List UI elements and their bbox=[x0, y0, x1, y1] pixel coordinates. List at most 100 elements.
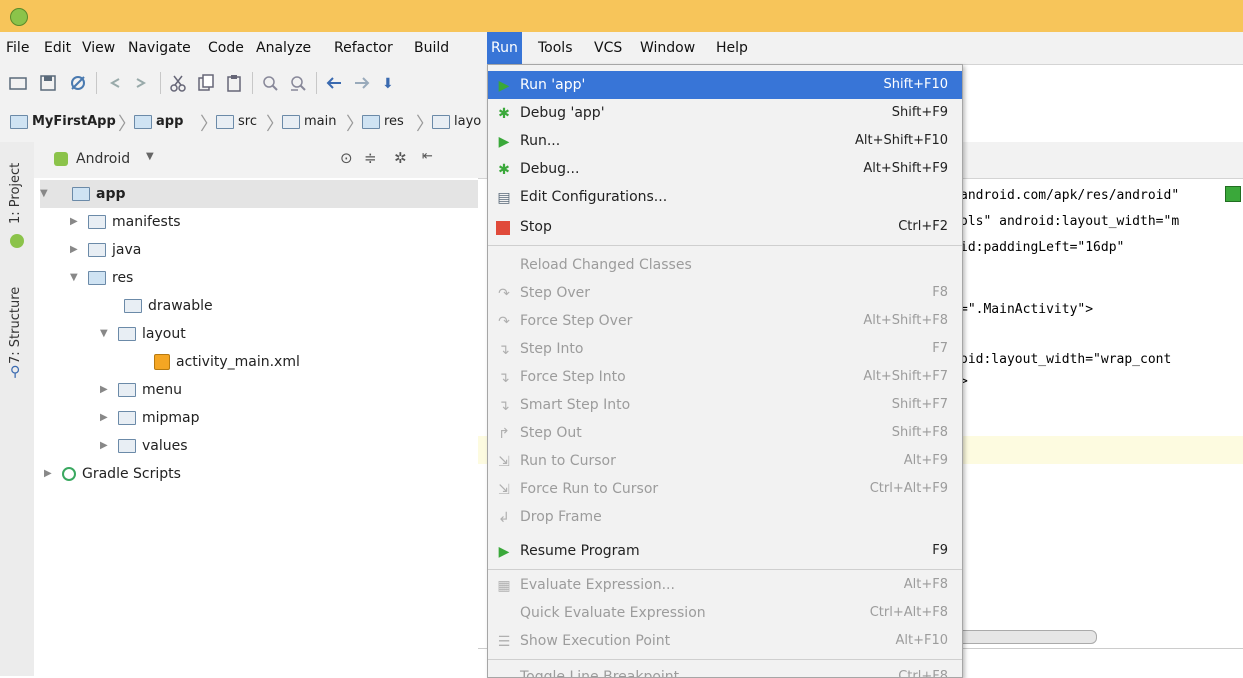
menu-item-resume-program[interactable]: ▶ Resume Program F9 bbox=[488, 537, 962, 565]
gradle-icon bbox=[62, 467, 76, 481]
menu-build[interactable]: Build bbox=[414, 40, 449, 56]
menu-item-step-into[interactable]: ↴ Step Into F7 bbox=[488, 335, 962, 363]
menu-bar: File Edit View Navigate Code Analyze Ref… bbox=[0, 32, 1243, 65]
expand-arrow-icon[interactable]: ▼ bbox=[100, 320, 112, 348]
gear-icon[interactable]: ✲ bbox=[394, 149, 407, 167]
replace-icon[interactable] bbox=[288, 73, 308, 93]
collapse-arrow-icon[interactable]: ▶ bbox=[100, 432, 112, 460]
structure-tool-tab[interactable]: 7: Structure bbox=[8, 287, 23, 364]
tree-item-gradle-scripts[interactable]: ▶ Gradle Scripts bbox=[44, 460, 181, 488]
tree-item-res[interactable]: ▼ res bbox=[70, 264, 133, 292]
menu-item-run-to-cursor[interactable]: ⇲ Run to Cursor Alt+F9 bbox=[488, 447, 962, 475]
menu-code[interactable]: Code bbox=[208, 40, 244, 56]
back-icon[interactable] bbox=[324, 73, 344, 93]
collapse-arrow-icon[interactable]: ▶ bbox=[100, 376, 112, 404]
menu-item-label: Force Run to Cursor bbox=[520, 481, 659, 497]
tree-item-mipmap[interactable]: ▶ mipmap bbox=[100, 404, 200, 432]
forward-icon[interactable] bbox=[352, 73, 372, 93]
tree-item-values[interactable]: ▶ values bbox=[100, 432, 188, 460]
collapse-all-icon[interactable]: ≑ bbox=[364, 149, 377, 167]
collapse-arrow-icon[interactable]: ▶ bbox=[70, 236, 82, 264]
menu-item-force-step-over[interactable]: ↷ Force Step Over Alt+Shift+F8 bbox=[488, 307, 962, 335]
tree-item-manifests[interactable]: ▶ manifests bbox=[70, 208, 181, 236]
copy-icon[interactable] bbox=[196, 73, 216, 93]
menu-item-debug-config[interactable]: ✱ Debug... Alt+Shift+F9 bbox=[488, 155, 962, 183]
menu-help[interactable]: Help bbox=[716, 40, 748, 56]
menu-file[interactable]: File bbox=[6, 40, 29, 56]
crumb-app[interactable]: app bbox=[134, 114, 183, 129]
crumb-res[interactable]: res bbox=[362, 114, 404, 129]
tree-item-java[interactable]: ▶ java bbox=[70, 236, 141, 264]
save-icon[interactable] bbox=[38, 73, 58, 93]
expand-arrow-icon[interactable]: ▼ bbox=[70, 264, 82, 292]
menu-tools[interactable]: Tools bbox=[538, 40, 573, 56]
package-folder-icon bbox=[118, 439, 136, 453]
redo-icon[interactable] bbox=[132, 73, 152, 93]
menu-item-run-app[interactable]: ▶ Run 'app' Shift+F10 bbox=[488, 71, 962, 99]
menu-navigate[interactable]: Navigate bbox=[128, 40, 191, 56]
menu-item-run-config[interactable]: ▶ Run... Alt+Shift+F10 bbox=[488, 127, 962, 155]
collapse-arrow-icon[interactable]: ▶ bbox=[44, 460, 56, 488]
project-tool-tab[interactable]: 1: Project bbox=[8, 163, 23, 224]
menu-item-edit-configurations[interactable]: ▤ Edit Configurations... bbox=[488, 183, 962, 211]
force-step-over-icon: ↷ bbox=[498, 314, 510, 330]
expand-arrow-icon[interactable]: ▼ bbox=[40, 180, 52, 208]
menu-item-force-run-to-cursor[interactable]: ⇲ Force Run to Cursor Ctrl+Alt+F9 bbox=[488, 475, 962, 503]
make-project-icon[interactable]: ⬇ bbox=[380, 73, 400, 93]
menu-item-show-execution-point[interactable]: ☰ Show Execution Point Alt+F10 bbox=[488, 627, 962, 655]
horizontal-scrollbar[interactable] bbox=[955, 630, 1097, 644]
menu-item-debug-app[interactable]: ✱ Debug 'app' Shift+F9 bbox=[488, 99, 962, 127]
menu-item-shortcut: Alt+F9 bbox=[903, 453, 948, 468]
tree-item-layout[interactable]: ▼ layout bbox=[100, 320, 186, 348]
collapse-arrow-icon[interactable]: ▶ bbox=[100, 404, 112, 432]
menu-run[interactable]: Run bbox=[487, 32, 522, 64]
resume-icon: ▶ bbox=[498, 544, 510, 560]
crumb-label: src bbox=[238, 114, 257, 129]
open-folder-icon[interactable] bbox=[8, 73, 28, 93]
menu-item-label: Debug... bbox=[520, 161, 580, 177]
crumb-src[interactable]: src bbox=[216, 114, 257, 129]
package-folder-icon bbox=[118, 327, 136, 341]
crumb-main[interactable]: main bbox=[282, 114, 336, 129]
menu-edit[interactable]: Edit bbox=[44, 40, 71, 56]
find-icon[interactable] bbox=[260, 73, 280, 93]
cut-icon[interactable] bbox=[168, 73, 188, 93]
tree-label: activity_main.xml bbox=[176, 354, 300, 370]
collapse-arrow-icon[interactable]: ▶ bbox=[70, 208, 82, 236]
tree-item-menu[interactable]: ▶ menu bbox=[100, 376, 182, 404]
hide-panel-icon[interactable]: ⇤ bbox=[422, 149, 433, 164]
tree-label: drawable bbox=[148, 298, 213, 314]
step-into-icon: ↴ bbox=[498, 342, 510, 358]
menu-item-smart-step-into[interactable]: ↴ Smart Step Into Shift+F7 bbox=[488, 391, 962, 419]
menu-item-evaluate-expression[interactable]: ▦ Evaluate Expression... Alt+F8 bbox=[488, 571, 962, 599]
menu-refactor[interactable]: Refactor bbox=[334, 40, 393, 56]
folder-icon bbox=[88, 215, 106, 229]
paste-icon[interactable] bbox=[224, 73, 244, 93]
stop-icon bbox=[496, 221, 510, 235]
folder-icon bbox=[432, 114, 450, 129]
menu-vcs[interactable]: VCS bbox=[594, 40, 622, 56]
undo-icon[interactable] bbox=[104, 73, 124, 93]
menu-analyze[interactable]: Analyze bbox=[256, 40, 311, 56]
sync-icon[interactable] bbox=[68, 73, 88, 93]
tree-item-app[interactable]: ▼ app bbox=[40, 180, 478, 208]
main-toolbar: ⬇ bbox=[0, 64, 490, 103]
menu-item-step-out[interactable]: ↱ Step Out Shift+F8 bbox=[488, 419, 962, 447]
crumb-project[interactable]: MyFirstApp bbox=[10, 114, 116, 129]
chevron-down-icon[interactable]: ▼ bbox=[146, 151, 154, 162]
target-icon[interactable]: ⊙ bbox=[340, 149, 353, 167]
menu-window[interactable]: Window bbox=[640, 40, 695, 56]
tree-item-activity-main[interactable]: activity_main.xml bbox=[154, 348, 300, 376]
tree-item-drawable[interactable]: drawable bbox=[124, 292, 213, 320]
menu-item-force-step-into[interactable]: ↴ Force Step Into Alt+Shift+F7 bbox=[488, 363, 962, 391]
step-over-icon: ↷ bbox=[498, 286, 510, 302]
view-selector[interactable]: Android bbox=[76, 151, 130, 167]
crumb-layout[interactable]: layo bbox=[432, 114, 481, 129]
menu-item-reload-classes[interactable]: Reload Changed Classes bbox=[488, 251, 962, 279]
menu-view[interactable]: View bbox=[82, 40, 115, 56]
menu-item-shortcut: F8 bbox=[932, 285, 948, 300]
menu-item-drop-frame[interactable]: ↲ Drop Frame bbox=[488, 503, 962, 531]
menu-item-stop[interactable]: Stop Ctrl+F2 bbox=[488, 213, 962, 241]
menu-item-step-over[interactable]: ↷ Step Over F8 bbox=[488, 279, 962, 307]
menu-item-quick-evaluate[interactable]: Quick Evaluate Expression Ctrl+Alt+F8 bbox=[488, 599, 962, 627]
